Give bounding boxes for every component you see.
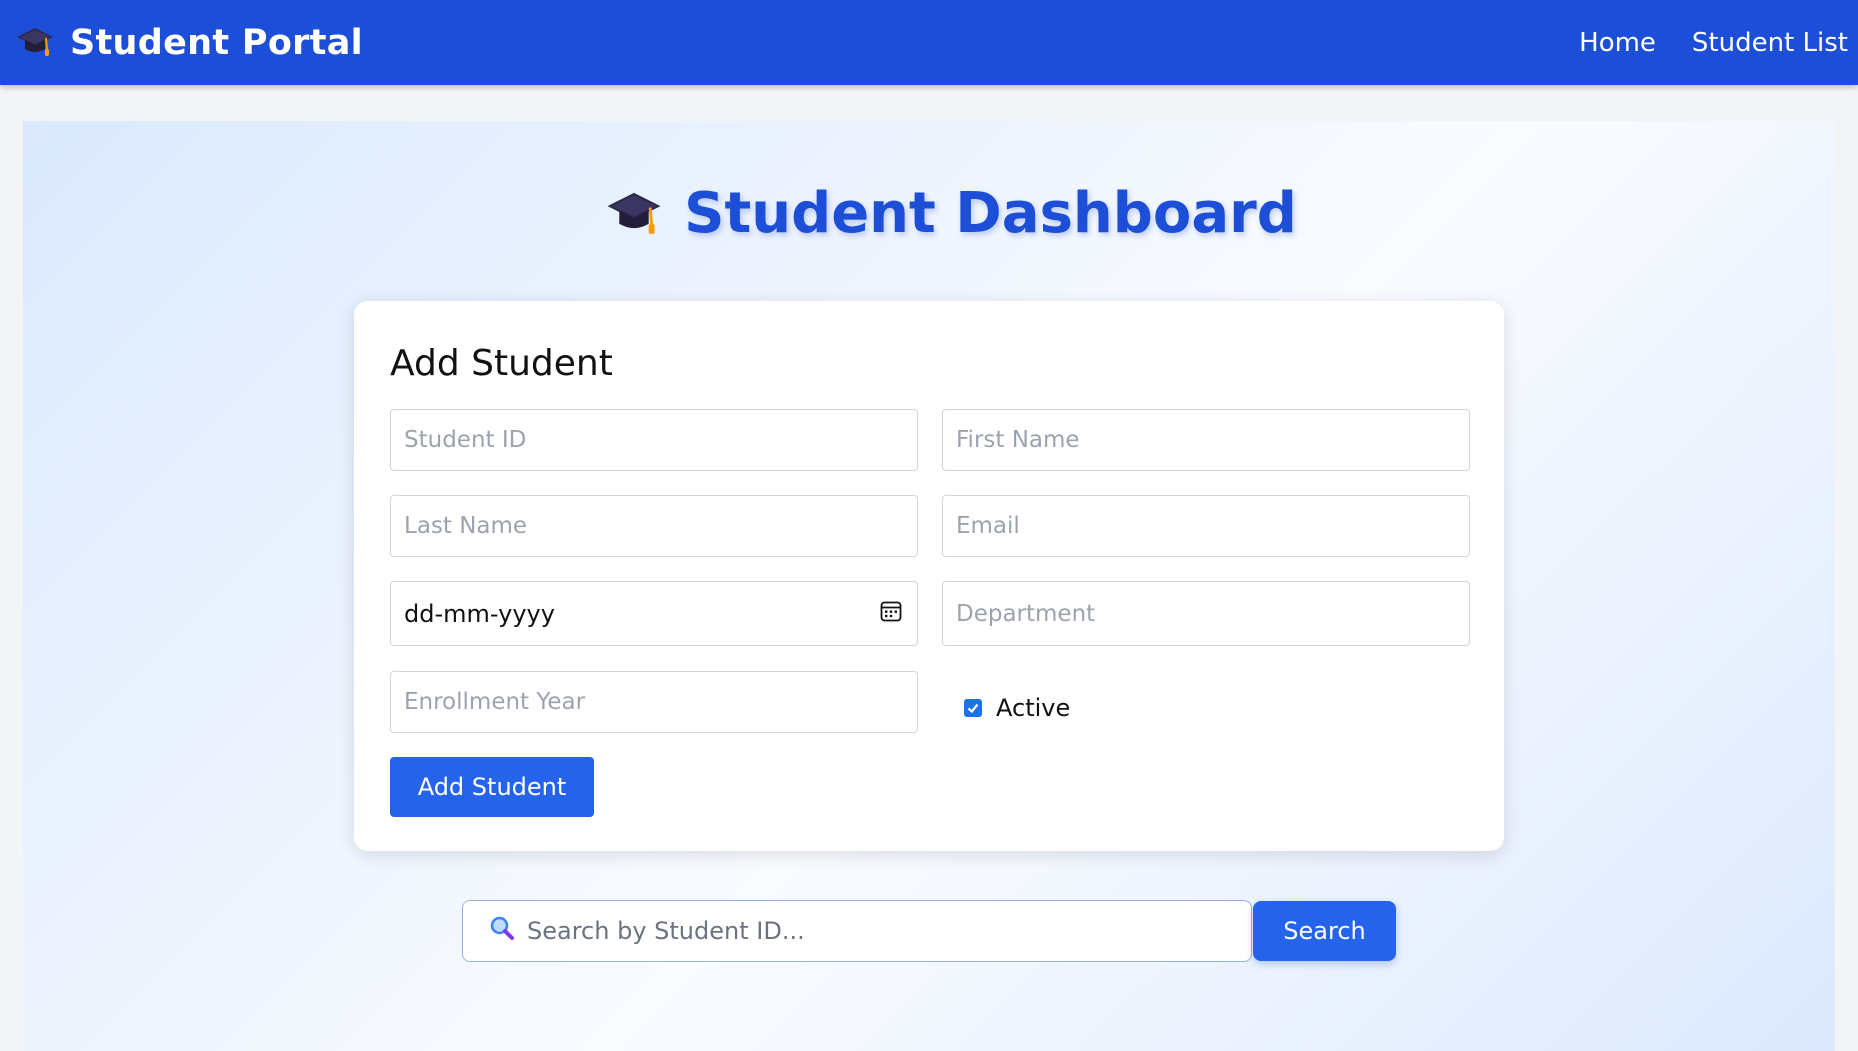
navbar: Student Portal Home Student List bbox=[0, 0, 1858, 85]
date-of-birth-input[interactable]: dd-mm-yyyy bbox=[390, 581, 918, 646]
last-name-input[interactable]: Last Name bbox=[390, 495, 918, 557]
enrollment-year-placeholder: Enrollment Year bbox=[404, 689, 586, 715]
active-toggle: Active bbox=[964, 691, 1070, 725]
nav-links: Home Student List bbox=[1579, 0, 1848, 85]
search-input[interactable]: Search by Student ID... bbox=[462, 900, 1252, 962]
date-value: dd-mm-yyyy bbox=[404, 599, 555, 628]
email-input[interactable]: Email bbox=[942, 495, 1470, 557]
active-checkbox[interactable] bbox=[964, 699, 982, 717]
first-name-input[interactable]: First Name bbox=[942, 409, 1470, 471]
add-student-button[interactable]: Add Student bbox=[390, 757, 594, 817]
graduation-cap-icon bbox=[16, 24, 54, 62]
nav-link-student-list[interactable]: Student List bbox=[1692, 28, 1848, 58]
graduation-cap-icon bbox=[606, 187, 662, 241]
calendar-icon[interactable] bbox=[879, 599, 903, 629]
department-placeholder: Department bbox=[956, 600, 1096, 627]
card-title: Add Student bbox=[390, 343, 613, 384]
last-name-placeholder: Last Name bbox=[404, 513, 528, 539]
brand[interactable]: Student Portal bbox=[16, 0, 363, 85]
search-placeholder: Search by Student ID... bbox=[527, 917, 805, 945]
main-panel: Student Dashboard Add Student Student ID… bbox=[23, 121, 1835, 1051]
student-id-placeholder: Student ID bbox=[404, 427, 527, 453]
dashboard-heading: Student Dashboard bbox=[23, 181, 1835, 246]
student-id-input[interactable]: Student ID bbox=[390, 409, 918, 471]
enrollment-year-input[interactable]: Enrollment Year bbox=[390, 671, 918, 733]
search-button[interactable]: Search bbox=[1253, 901, 1396, 961]
brand-title: Student Portal bbox=[70, 22, 363, 63]
magnifier-icon bbox=[489, 915, 515, 947]
nav-link-home[interactable]: Home bbox=[1579, 28, 1656, 58]
active-label: Active bbox=[996, 694, 1071, 722]
page-title: Student Dashboard bbox=[684, 181, 1297, 246]
email-placeholder: Email bbox=[956, 513, 1020, 539]
first-name-placeholder: First Name bbox=[956, 427, 1080, 453]
department-input[interactable]: Department bbox=[942, 581, 1470, 646]
add-student-card: Add Student Student ID First Name Last N… bbox=[354, 301, 1504, 851]
